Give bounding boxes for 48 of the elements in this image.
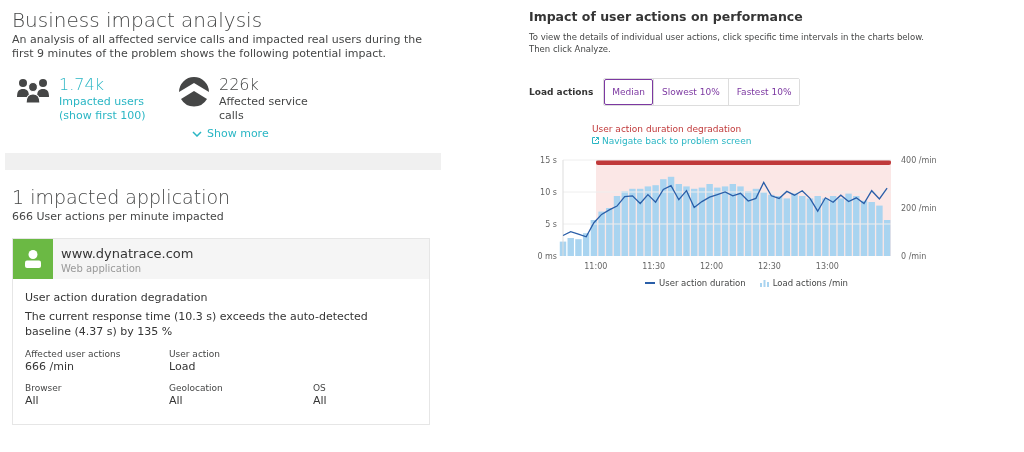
segment-tab[interactable]: Median [604, 78, 654, 105]
legend-label: Load actions /min [772, 277, 848, 288]
chevron-circle-icon [179, 77, 209, 107]
section-title: 1 impacted application [12, 185, 232, 209]
metric-label: Affected service calls [219, 95, 309, 123]
chevron-down-icon [192, 130, 202, 137]
field-label: Geolocation [169, 382, 224, 394]
line-legend-icon [645, 281, 655, 284]
axis-label: 13:00 [815, 261, 839, 271]
axis-label: 11:30 [642, 261, 666, 271]
axis-label: 400 /min [901, 155, 937, 165]
field-value: All [169, 394, 184, 408]
issue-detail: The current response time (10.3 s) exceeds the auto-detected baseline (4.37 s) by 135 % [25, 309, 369, 339]
metric-value: 226k [219, 75, 260, 95]
field-label: Affected user actions [25, 348, 122, 360]
segment-tab[interactable]: Fastest 10% [727, 78, 800, 105]
application-type: Web application [61, 262, 143, 275]
field-label: Browser [25, 382, 63, 394]
axis-label: 200 /min [901, 203, 937, 213]
axis-label: 12:30 [757, 261, 781, 271]
axis-label: 10 s [540, 187, 557, 197]
legend-label: User action duration [659, 277, 746, 288]
section-title: Business impact analysis [12, 8, 264, 32]
event-label: User action duration degradation [592, 122, 743, 135]
description: To view the details of individual user actions, click specific time intervals in the charts below. Then click Analyze. [529, 31, 926, 55]
section-subtitle: 666 User actions per minute impacted [12, 210, 225, 223]
axis-label: 0 /min [901, 251, 927, 261]
bar-legend-icon [759, 278, 769, 287]
issue-title: User action duration degradation [25, 291, 209, 305]
field-value: Load [169, 360, 197, 374]
field-value: All [25, 394, 40, 408]
field-value: 666 /min [25, 360, 75, 374]
field-value: All [313, 394, 328, 408]
axis-label: 0 ms [537, 251, 557, 261]
metric-value: 1.74k [59, 75, 105, 95]
description: An analysis of all affected service calls and impacted real users during the first 9 minutes of the problem shows the following potential impact. [12, 33, 424, 61]
application-name[interactable]: www.dynatrace.com [61, 246, 194, 262]
external-link-icon [592, 137, 599, 144]
user-icon [25, 250, 41, 268]
field-label: User action [169, 348, 222, 360]
filter-label: Load actions [529, 86, 594, 97]
axis-label: 11:00 [584, 261, 608, 271]
users-icon [17, 77, 49, 103]
axis-label: 15 s [540, 155, 557, 165]
field-label: OS [313, 382, 327, 394]
axis-label: 12:00 [700, 261, 724, 271]
section-title: Impact of user actions on performance [529, 9, 804, 25]
axis-label: 5 s [545, 219, 557, 229]
